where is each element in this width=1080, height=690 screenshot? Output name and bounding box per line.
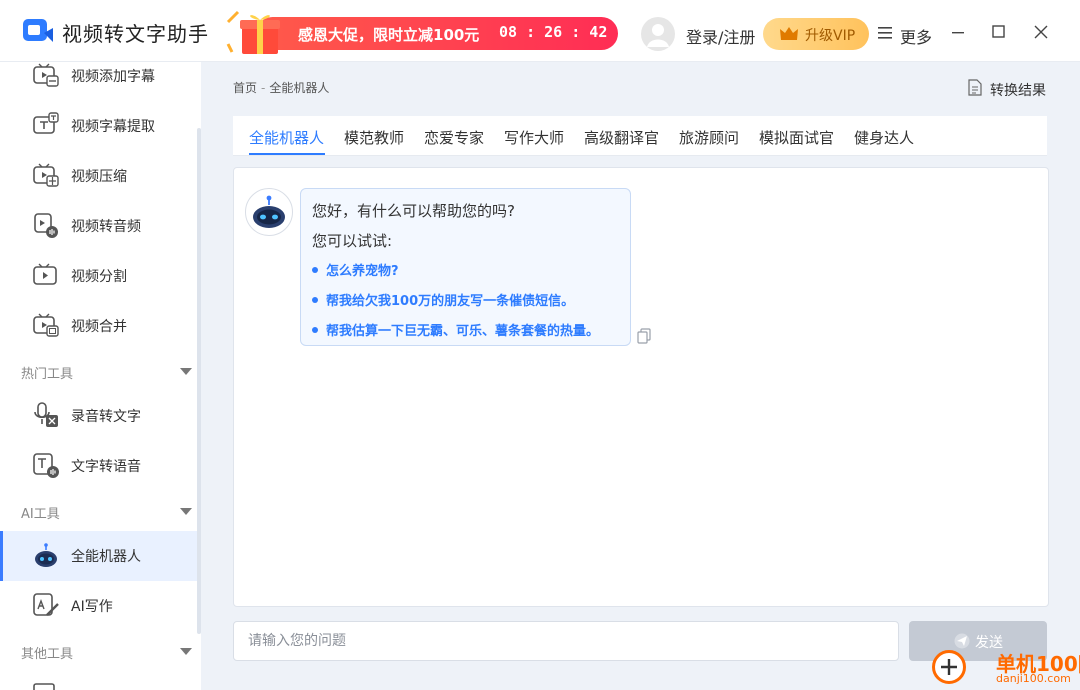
- more-menu[interactable]: 更多: [900, 24, 932, 48]
- site-watermark: 单机100网 danji100.com: [926, 644, 1080, 690]
- video-subtitle-add-icon: [33, 63, 59, 87]
- chat-panel: 您好，有什么可以帮助您的吗? 您可以试试: 怎么养宠物? 帮我给欠我100万的朋…: [233, 167, 1049, 607]
- video-subtitle-extract-icon: [33, 112, 59, 134]
- suggestion-text: 怎么养宠物?: [326, 264, 399, 279]
- sidebar-item-video-subtitle-extract[interactable]: 视频字幕提取: [0, 101, 197, 151]
- tab-senior-translator[interactable]: 高级翻译官: [584, 127, 659, 148]
- sidebar-item-video-to-audio[interactable]: 视频转音频: [0, 201, 197, 251]
- chevron-down-icon: [180, 368, 192, 375]
- login-register-link[interactable]: 登录/注册: [686, 24, 755, 48]
- sidebar-group-ai-tools[interactable]: AI工具: [0, 496, 197, 526]
- sidebar-item-label: 视频压缩: [71, 169, 127, 185]
- watermark-logo-icon: [932, 650, 966, 684]
- sidebar-item-label: 视频分割: [71, 269, 127, 285]
- sidebar-group-other-tools[interactable]: 其他工具: [0, 636, 197, 666]
- bot-try-label: 您可以试试:: [312, 232, 393, 250]
- sidebar-scrollbar[interactable]: [197, 128, 201, 634]
- sidebar-item-robot[interactable]: 全能机器人: [0, 531, 197, 581]
- sidebar: 视频添加字幕 视频字幕提取 视频压缩 视频转音频 视频分割 视频合并 热门工具 …: [0, 62, 201, 690]
- sidebar-item-video-add-subtitle[interactable]: 视频添加字幕: [0, 51, 197, 101]
- active-tab-underline: [249, 153, 325, 155]
- suggestion-text: 帮我估算一下巨无霸、可乐、薯条套餐的热量。: [326, 324, 600, 339]
- bullet-icon: [312, 266, 318, 273]
- minimize-icon[interactable]: [948, 22, 968, 42]
- sidebar-group-hot-tools[interactable]: 热门工具: [0, 356, 197, 386]
- robot-icon: [253, 195, 285, 228]
- ai-writing-icon: [33, 593, 59, 616]
- sidebar-item-label: 文字转语音: [71, 459, 141, 475]
- sidebar-item-label: 视频转音频: [71, 219, 141, 235]
- copy-icon[interactable]: [637, 328, 651, 344]
- bot-message-bubble: 您好，有什么可以帮助您的吗? 您可以试试: 怎么养宠物? 帮我给欠我100万的朋…: [300, 188, 631, 346]
- sidebar-item-label: AI写作: [71, 599, 113, 615]
- assistant-tabs: 全能机器人 模范教师 恋爱专家 写作大师 高级翻译官 旅游顾问 模拟面试官 健身…: [233, 116, 1047, 156]
- bot-avatar: [245, 188, 293, 236]
- video-compress-icon: [33, 163, 59, 187]
- video-merge-icon: [33, 313, 59, 337]
- sidebar-item-label: 视频字幕提取: [71, 119, 155, 135]
- bullet-icon: [312, 326, 318, 333]
- plus-icon: [941, 659, 957, 675]
- suggestion-text: 帮我给欠我100万的朋友写一条催债短信。: [326, 294, 575, 309]
- sidebar-item-label: 录音转文字: [71, 409, 141, 425]
- sidebar-item-video-merge[interactable]: 视频合并: [0, 301, 197, 351]
- promo-banner[interactable]: 感恩大促，限时立减100元 08 : 26 : 42: [226, 8, 618, 58]
- promo-text: 感恩大促，限时立减100元: [298, 26, 480, 44]
- video-to-audio-icon: [34, 213, 58, 238]
- sidebar-group-label: 其他工具: [21, 647, 74, 662]
- sidebar-item-label: 视频合并: [71, 319, 127, 335]
- menu-icon[interactable]: [878, 27, 892, 39]
- breadcrumb-current: 全能机器人: [269, 81, 330, 95]
- question-input[interactable]: [233, 621, 899, 661]
- suggestion-item[interactable]: 怎么养宠物?: [312, 260, 399, 279]
- sidebar-group-label: 热门工具: [21, 367, 74, 382]
- gift-icon: [226, 10, 280, 54]
- tab-mock-interviewer[interactable]: 模拟面试官: [759, 127, 834, 148]
- crown-icon: [780, 27, 798, 40]
- bot-greeting: 您好，有什么可以帮助您的吗?: [312, 202, 515, 220]
- bullet-icon: [312, 296, 318, 303]
- chevron-down-icon: [180, 508, 192, 515]
- breadcrumb-separator: -: [261, 81, 266, 95]
- sidebar-item-video-compress[interactable]: 视频压缩: [0, 151, 197, 201]
- breadcrumb-home[interactable]: 首页: [233, 81, 257, 95]
- app-title: 视频转文字助手: [62, 22, 209, 46]
- chevron-down-icon: [180, 648, 192, 655]
- sidebar-item-video-split[interactable]: 视频分割: [0, 251, 197, 301]
- sidebar-item-audio-to-text[interactable]: 录音转文字: [0, 391, 197, 441]
- robot-icon: [35, 543, 57, 567]
- suggestion-item[interactable]: 帮我估算一下巨无霸、可乐、薯条套餐的热量。: [312, 320, 599, 339]
- tab-writing-master[interactable]: 写作大师: [504, 127, 564, 148]
- upgrade-vip-button[interactable]: 升级VIP: [763, 18, 869, 50]
- video-split-icon: [33, 263, 57, 285]
- vip-label: 升级VIP: [805, 28, 856, 44]
- tab-travel-advisor[interactable]: 旅游顾问: [679, 127, 739, 148]
- tab-all-round-robot[interactable]: 全能机器人: [249, 127, 324, 148]
- tool-icon: [33, 683, 55, 690]
- sidebar-item-text-to-speech[interactable]: 文字转语音: [0, 441, 197, 491]
- conversion-results-label: 转换结果: [990, 83, 1046, 99]
- maximize-icon[interactable]: [989, 22, 1009, 42]
- close-icon[interactable]: [1031, 22, 1051, 42]
- sidebar-group-label: AI工具: [21, 507, 60, 522]
- audio-to-text-icon: [34, 402, 58, 427]
- tab-fitness-expert[interactable]: 健身达人: [854, 127, 914, 148]
- user-icon: [647, 24, 669, 47]
- tab-love-expert[interactable]: 恋爱专家: [424, 127, 484, 148]
- text-to-speech-icon: [33, 453, 59, 478]
- sidebar-item-label: 视频添加字幕: [71, 69, 155, 85]
- suggestion-item[interactable]: 帮我给欠我100万的朋友写一条催债短信。: [312, 290, 574, 309]
- sidebar-item-label: 全能机器人: [71, 549, 141, 565]
- watermark-url: danji100.com: [996, 672, 1071, 685]
- breadcrumb: 首页 - 全能机器人: [233, 79, 329, 96]
- document-icon: [968, 79, 982, 96]
- promo-countdown: 08 : 26 : 42: [499, 23, 608, 41]
- user-avatar[interactable]: [641, 17, 675, 51]
- sidebar-item-ai-writing[interactable]: AI写作: [0, 581, 197, 631]
- active-indicator: [0, 531, 3, 581]
- tab-model-teacher[interactable]: 模范教师: [344, 127, 404, 148]
- app-logo-icon: [23, 19, 53, 42]
